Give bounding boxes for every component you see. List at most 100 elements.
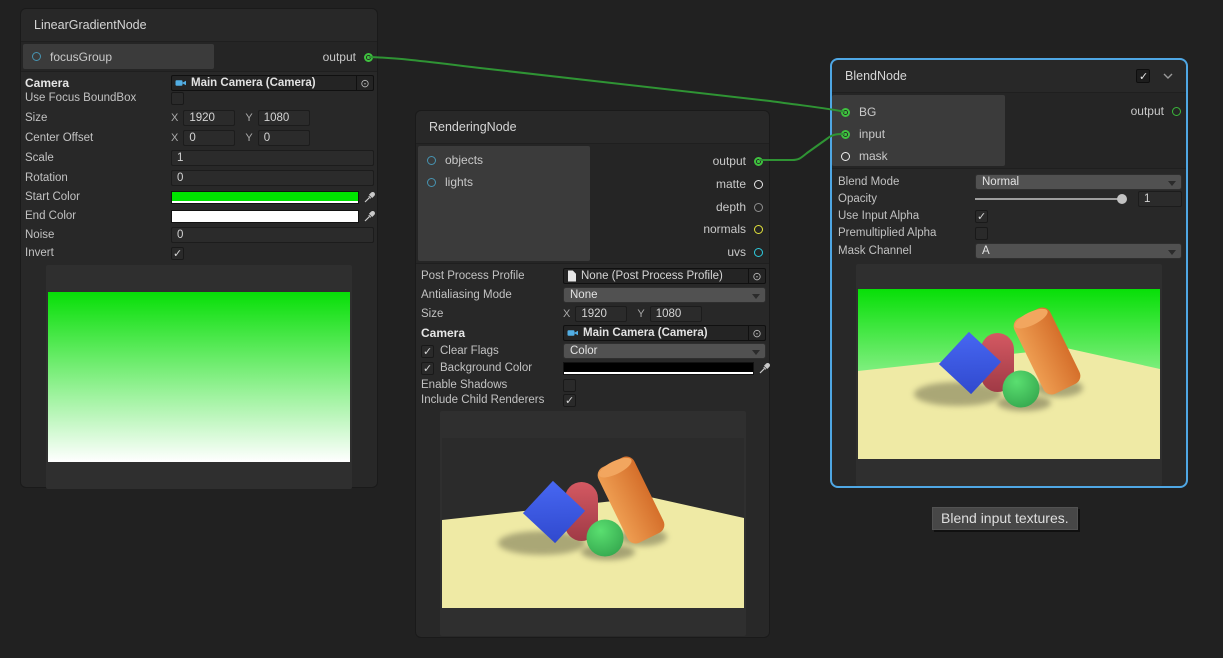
gradient-preview-image xyxy=(48,292,350,462)
clear-flags-row: Clear Flags Color xyxy=(421,343,766,359)
camera-object-field[interactable]: Main Camera (Camera) ⊙ xyxy=(171,75,374,91)
blend-preview-panel xyxy=(856,264,1162,486)
node-linear-gradient-header[interactable]: LinearGradientNode xyxy=(21,9,377,42)
camera-row: Camera Main Camera (Camera) ⊙ xyxy=(25,75,374,91)
start-color-swatch[interactable] xyxy=(171,191,359,204)
port-output[interactable]: output xyxy=(1131,100,1181,122)
chevron-down-icon[interactable] xyxy=(1163,73,1173,79)
use-focus-boundbox-checkbox[interactable] xyxy=(171,92,184,105)
gradient-preview-panel xyxy=(46,265,352,489)
blend-mode-dropdown[interactable]: Normal xyxy=(975,174,1182,190)
center-offset-y-field[interactable]: 0 xyxy=(258,130,310,146)
opacity-value-field[interactable]: 1 xyxy=(1138,191,1182,207)
port-circle-icon[interactable] xyxy=(841,108,850,117)
input-port-panel: BG input mask xyxy=(832,95,1005,166)
port-objects[interactable]: objects xyxy=(418,149,590,171)
alpha-bar xyxy=(172,201,358,203)
port-circle-icon[interactable] xyxy=(754,225,763,234)
port-circle-icon[interactable] xyxy=(841,152,850,161)
slider-handle[interactable] xyxy=(1117,194,1127,204)
clear-flags-checkbox[interactable] xyxy=(421,345,434,358)
port-circle-icon[interactable] xyxy=(754,180,763,189)
port-focus-group[interactable]: focusGroup xyxy=(23,44,214,69)
size-x-field[interactable]: 1920 xyxy=(183,110,235,126)
size-y-field[interactable]: 1080 xyxy=(258,110,310,126)
center-offset-x-field[interactable]: 0 xyxy=(183,130,235,146)
port-label: mask xyxy=(859,149,888,163)
node-rendering[interactable]: RenderingNode objects lights output matt… xyxy=(415,110,770,638)
node-title: LinearGradientNode xyxy=(34,18,147,32)
clear-flags-dropdown[interactable]: Color xyxy=(563,343,766,359)
node-graph-canvas[interactable]: LinearGradientNode focusGroup output Cam… xyxy=(0,0,1223,658)
port-circle-icon[interactable] xyxy=(427,156,436,165)
background-color-swatch[interactable] xyxy=(563,362,754,375)
port-label: input xyxy=(859,127,885,141)
eyedropper-icon[interactable] xyxy=(759,362,771,374)
use-input-alpha-checkbox[interactable] xyxy=(975,210,988,223)
linear-gradient-ports: focusGroup output xyxy=(21,42,377,72)
port-label: output xyxy=(1131,104,1164,118)
port-lights[interactable]: lights xyxy=(418,171,590,193)
port-bg[interactable]: BG xyxy=(832,101,1005,123)
size-y-field[interactable]: 1080 xyxy=(650,306,702,322)
wire-gradient-to-blend-bg xyxy=(369,57,845,112)
include-child-renderers-checkbox[interactable] xyxy=(563,394,576,407)
node-blend[interactable]: BlendNode BG input mask xyxy=(830,58,1188,488)
port-circle-icon[interactable] xyxy=(364,53,373,62)
node-rendering-header[interactable]: RenderingNode xyxy=(416,111,769,144)
port-input[interactable]: input xyxy=(832,123,1005,145)
background-color-row: Background Color xyxy=(421,360,766,376)
blend-mode-row: Blend Mode Normal xyxy=(838,174,1182,190)
port-circle-icon[interactable] xyxy=(754,248,763,257)
antialiasing-mode-dropdown[interactable]: None xyxy=(563,287,766,303)
slider-track[interactable] xyxy=(975,198,1125,200)
port-circle-icon[interactable] xyxy=(841,130,850,139)
rotation-field[interactable]: 0 xyxy=(171,170,374,186)
node-linear-gradient[interactable]: LinearGradientNode focusGroup output Cam… xyxy=(20,8,378,488)
post-process-profile-field[interactable]: None (Post Process Profile) ⊙ xyxy=(563,268,766,284)
camera-object-field[interactable]: Main Camera (Camera) ⊙ xyxy=(563,325,766,341)
port-depth[interactable]: depth xyxy=(716,196,763,218)
port-normals[interactable]: normals xyxy=(703,218,763,240)
mask-channel-dropdown[interactable]: A xyxy=(975,243,1182,259)
camera-icon xyxy=(175,78,187,88)
background-color-checkbox[interactable] xyxy=(421,362,434,375)
invert-checkbox[interactable] xyxy=(171,247,184,260)
port-label: matte xyxy=(716,177,746,191)
port-label: output xyxy=(323,50,356,64)
port-matte[interactable]: matte xyxy=(716,173,763,195)
end-color-swatch[interactable] xyxy=(171,210,359,223)
noise-field[interactable]: 0 xyxy=(171,227,374,243)
object-picker-icon[interactable]: ⊙ xyxy=(748,269,765,283)
port-label: depth xyxy=(716,200,746,214)
invert-row: Invert xyxy=(25,245,374,261)
size-row: Size X 1920 Y 1080 xyxy=(421,306,766,322)
opacity-slider[interactable] xyxy=(975,191,1131,207)
port-circle-icon[interactable] xyxy=(1172,107,1181,116)
premultiplied-alpha-checkbox[interactable] xyxy=(975,227,988,240)
enable-shadows-checkbox[interactable] xyxy=(563,379,576,392)
port-label: lights xyxy=(445,175,473,189)
port-circle-icon[interactable] xyxy=(754,203,763,212)
port-label: objects xyxy=(445,153,483,167)
input-port-panel: focusGroup xyxy=(23,44,214,69)
eyedropper-icon[interactable] xyxy=(364,191,376,203)
port-output[interactable]: output xyxy=(323,46,373,68)
eyedropper-icon[interactable] xyxy=(364,210,376,222)
object-picker-icon[interactable]: ⊙ xyxy=(748,326,765,340)
node-enabled-checkbox[interactable] xyxy=(1136,69,1150,83)
port-circle-icon[interactable] xyxy=(427,178,436,187)
object-picker-icon[interactable]: ⊙ xyxy=(356,76,373,90)
rotation-row: Rotation 0 xyxy=(25,170,374,186)
port-circle-icon[interactable] xyxy=(32,52,41,61)
port-uvs[interactable]: uvs xyxy=(727,241,763,263)
port-mask[interactable]: mask xyxy=(832,145,1005,167)
port-label: normals xyxy=(703,222,746,236)
node-blend-header[interactable]: BlendNode xyxy=(832,60,1186,93)
dropdown-arrow-icon xyxy=(752,294,760,299)
port-circle-icon[interactable] xyxy=(754,157,763,166)
size-x-field[interactable]: 1920 xyxy=(575,306,627,322)
port-output[interactable]: output xyxy=(713,150,763,172)
scale-field[interactable]: 1 xyxy=(171,150,374,166)
input-port-panel: objects lights xyxy=(418,146,590,261)
